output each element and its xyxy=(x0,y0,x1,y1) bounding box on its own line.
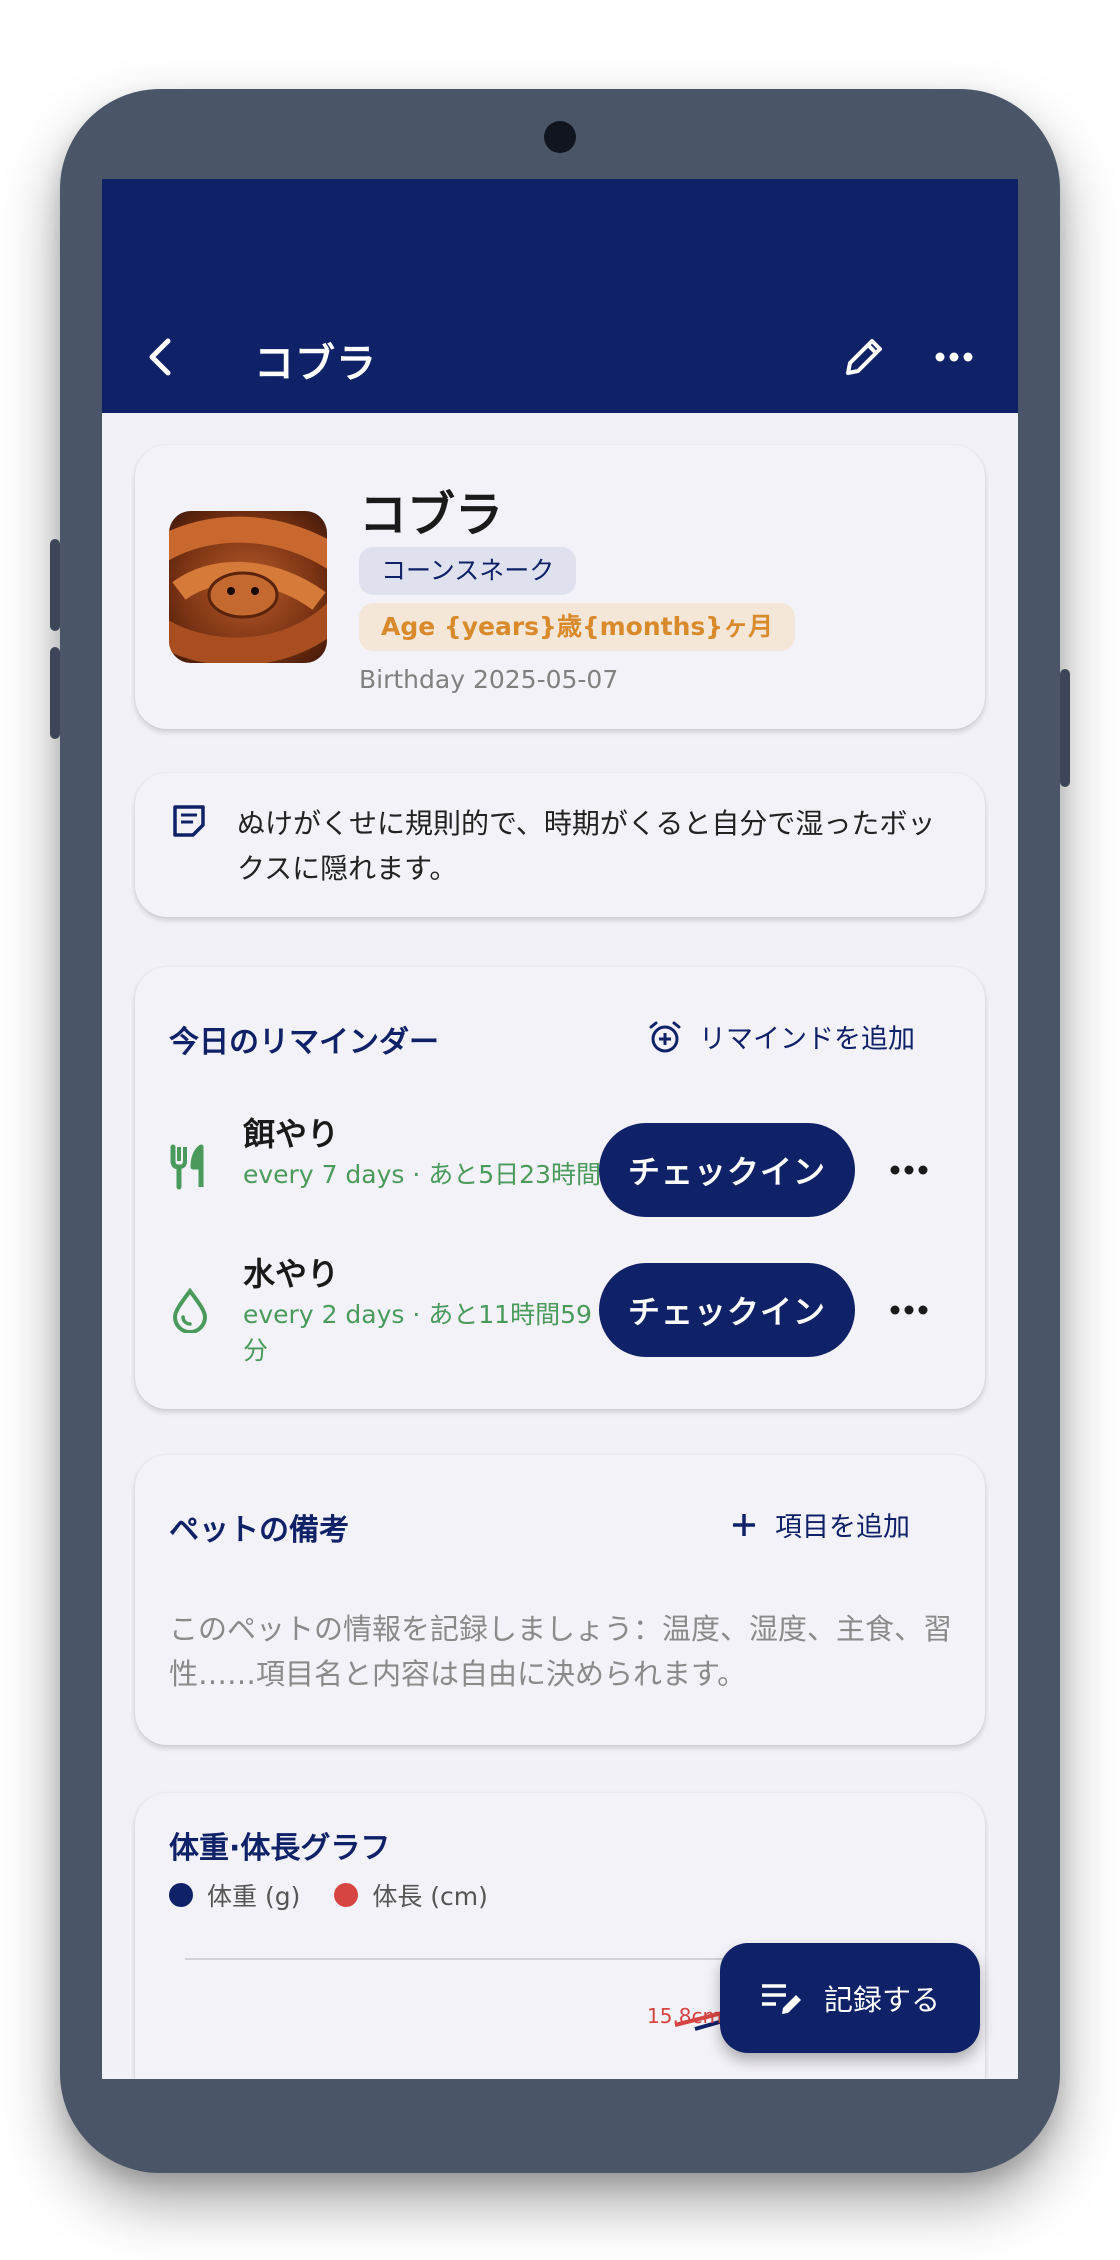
record-fab-label: 記録する xyxy=(823,1983,940,2017)
back-arrow-icon[interactable] xyxy=(132,329,188,385)
reminders-title: 今日のリマインダー xyxy=(169,1025,439,1060)
reminder-name: 水やり xyxy=(243,1255,340,1293)
pet-notes-placeholder: このペットの情報を記録しましょう：温度、湿度、主食、習性……項目名と内容は自由に… xyxy=(169,1612,953,1691)
checkin-button[interactable]: チェックイン xyxy=(599,1123,855,1217)
reminder-more-icon[interactable] xyxy=(883,1150,935,1190)
note-card[interactable]: ぬけがくせに規則的で、時期がくると自分で湿ったボックスに隠れます。 xyxy=(135,773,985,917)
reminder-schedule: every 7 days · あと5日23時間 xyxy=(243,1160,601,1189)
add-reminder-label: リマインドを追加 xyxy=(699,1024,915,1055)
plus-icon xyxy=(733,1513,755,1536)
add-reminder-link[interactable]: リマインドを追加 xyxy=(647,1017,915,1056)
power-button xyxy=(1060,669,1070,787)
record-fab[interactable]: 記録する xyxy=(720,1943,980,2053)
species-chip: コーンスネーク xyxy=(359,547,577,595)
reminder-schedule: every 2 days · あと11時間59分 xyxy=(243,1300,592,1365)
age-chip: Age {years}歳{months}ヶ月 xyxy=(359,603,796,651)
reminder-name: 餌やり xyxy=(243,1115,340,1153)
pet-notes-title: ペットの備考 xyxy=(169,1513,349,1548)
pet-avatar xyxy=(169,511,327,663)
add-item-link[interactable]: 項目を追加 xyxy=(729,1505,910,1544)
pet-profile-card: コブラ コーンスネーク Age {years}歳{months}ヶ月 Birth… xyxy=(135,445,985,729)
pet-name: コブラ xyxy=(359,487,504,543)
note-text: ぬけがくせに規則的で、時期がくると自分で湿ったボックスに隠れます。 xyxy=(237,807,936,885)
edit-pencil-icon[interactable] xyxy=(838,331,890,383)
app-screen: コブラ コブラ コーンスネーク Age {years}歳{months}ヶ月 B… xyxy=(102,179,1018,2079)
more-options-icon[interactable] xyxy=(928,331,980,383)
reminder-more-icon[interactable] xyxy=(883,1290,935,1330)
birthday-text: Birthday 2025-05-07 xyxy=(359,665,619,694)
pet-notes-card: ペットの備考 項目を追加 このペットの情報を記録しましょう：温度、湿度、主食、習… xyxy=(135,1455,985,1745)
length-data-label: 15.8cm xyxy=(647,2004,722,2028)
water-drop-icon xyxy=(172,1287,208,1333)
reminders-card: 今日のリマインダー リマインドを追加 餌やり every 7 days · あと… xyxy=(135,967,985,1409)
alarm-add-icon xyxy=(649,1021,681,1052)
volume-down-button xyxy=(50,647,60,739)
app-bar: コブラ xyxy=(102,179,1018,413)
checkin-button[interactable]: チェックイン xyxy=(599,1263,855,1357)
fork-knife-icon xyxy=(170,1144,204,1190)
volume-up-button xyxy=(50,539,60,631)
add-item-label: 項目を追加 xyxy=(775,1512,910,1543)
front-camera xyxy=(544,121,576,153)
edit-note-icon xyxy=(761,1984,801,2014)
note-icon xyxy=(173,805,205,837)
phone-frame: コブラ コブラ コーンスネーク Age {years}歳{months}ヶ月 B… xyxy=(50,89,1070,2173)
page-title: コブラ xyxy=(254,341,377,387)
chart-title: 体重·体長グラフ xyxy=(169,1831,391,1866)
